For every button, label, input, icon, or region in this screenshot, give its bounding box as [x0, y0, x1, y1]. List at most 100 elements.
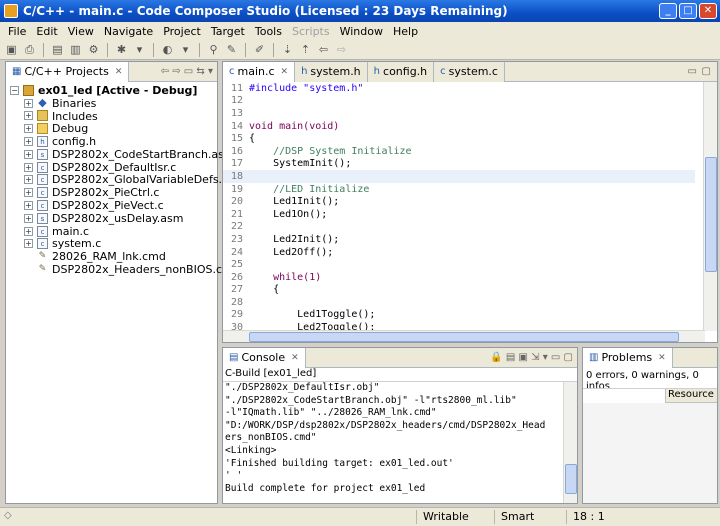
close-icon[interactable]: ✕	[281, 67, 289, 77]
menu-item-tools[interactable]: Tools	[250, 25, 287, 38]
expand-icon[interactable]: +	[24, 98, 33, 108]
close-icon[interactable]: ✕	[658, 353, 666, 363]
code-line[interactable]: 16 //DSP System Initialize	[223, 145, 695, 158]
fast-view-icon[interactable]: ◇	[4, 510, 12, 521]
project-root[interactable]: − ex01_led [Active - Debug]	[10, 84, 217, 97]
settings-icon[interactable]: ⚙	[86, 42, 101, 57]
tree-item[interactable]: + c DSP2802x_PieCtrl.c	[10, 186, 217, 199]
menu-item-edit[interactable]: Edit	[31, 25, 62, 38]
editor-vertical-scrollbar[interactable]	[703, 82, 717, 331]
code-line[interactable]: 21 Led1On();	[223, 208, 695, 221]
close-icon[interactable]: ✕	[291, 353, 299, 363]
tree-item[interactable]: + Includes	[10, 110, 217, 123]
tab-system-c[interactable]: c system.c	[434, 61, 505, 82]
tree-item[interactable]: + c main.c	[10, 225, 217, 238]
debug-icon[interactable]: ◐	[160, 42, 175, 57]
expand-icon[interactable]: +	[24, 188, 33, 198]
pencil-icon[interactable]: ✎	[224, 42, 239, 57]
view-menu-icon[interactable]: ⇦ ⇨ ▭ ⇆ ▾	[161, 66, 213, 77]
editor-horizontal-scrollbar[interactable]	[223, 330, 705, 342]
code-line[interactable]: 11 #include "system.h"	[223, 82, 695, 95]
maximize-view-icon[interactable]: ▢	[702, 66, 711, 77]
tree-item[interactable]: + h config.h	[10, 135, 217, 148]
code-line[interactable]: 17 SystemInit();	[223, 158, 695, 171]
console-vertical-scrollbar[interactable]	[563, 382, 577, 503]
menu-item-project[interactable]: Project	[158, 25, 206, 38]
menu-item-target[interactable]: Target	[206, 25, 250, 38]
expand-icon[interactable]: +	[24, 226, 33, 236]
tree-item[interactable]: ✎ 28026_RAM_lnk.cmd	[10, 250, 217, 263]
tab-cpp-projects[interactable]: ▦ C/C++ Projects ✕	[6, 61, 130, 82]
maximize-button[interactable]: □	[679, 3, 697, 19]
code-line[interactable]: 12	[223, 95, 695, 108]
code-line[interactable]: 23 Led2Init();	[223, 233, 695, 246]
tab-problems[interactable]: ▥ Problems ✕	[583, 347, 673, 368]
code-line[interactable]: 15 {	[223, 132, 695, 145]
pin-icon[interactable]: ✐	[252, 42, 267, 57]
tab-system-h[interactable]: h system.h	[295, 61, 368, 82]
tree-item[interactable]: + s DSP2802x_CodeStartBranch.asm	[10, 148, 235, 161]
tree-item[interactable]: + c DSP2802x_DefaultIsr.c	[10, 161, 217, 174]
menu-item-help[interactable]: Help	[388, 25, 423, 38]
close-icon[interactable]: ✕	[115, 67, 123, 77]
scroll-thumb[interactable]	[565, 464, 577, 494]
expand-icon[interactable]: +	[24, 213, 33, 223]
menu-item-scripts[interactable]: Scripts	[287, 25, 335, 38]
menu-item-navigate[interactable]: Navigate	[99, 25, 158, 38]
tab-main-c[interactable]: c main.c ✕	[223, 61, 296, 82]
forward-icon[interactable]: ⇨	[334, 42, 349, 57]
menu-item-window[interactable]: Window	[335, 25, 388, 38]
expand-icon[interactable]: +	[24, 111, 33, 121]
code-line[interactable]: 28	[223, 296, 695, 309]
search-icon[interactable]: ⚲	[206, 42, 221, 57]
expand-icon[interactable]: +	[24, 239, 33, 249]
tree-item[interactable]: + c DSP2802x_GlobalVariableDefs.c	[10, 173, 228, 186]
back-icon[interactable]: ⇦	[316, 42, 331, 57]
menu-item-file[interactable]: File	[3, 25, 31, 38]
save-icon[interactable]: ▣	[4, 42, 19, 57]
tree-item[interactable]: + Debug	[10, 122, 217, 135]
prev-annotation-icon[interactable]: ⇡	[298, 42, 313, 57]
scroll-thumb[interactable]	[705, 157, 717, 272]
collapse-icon[interactable]: −	[10, 85, 19, 95]
code-line[interactable]: 26 while(1)	[223, 271, 695, 284]
tree-item[interactable]: ✎ DSP2802x_Headers_nonBIOS.cmd	[10, 263, 240, 276]
next-annotation-icon[interactable]: ⇣	[280, 42, 295, 57]
expand-icon[interactable]: +	[24, 162, 33, 172]
tree-item[interactable]: + c system.c	[10, 237, 217, 250]
code-line[interactable]: 14 void main(void)	[223, 120, 695, 133]
code-area[interactable]: 11 #include "system.h" 12 13 14 void main(voi…	[223, 82, 695, 331]
tree-item[interactable]: + c DSP2802x_PieVect.c	[10, 199, 217, 212]
new-project-icon[interactable]: ▤	[50, 42, 65, 57]
code-line[interactable]: 22	[223, 221, 695, 234]
menu-item-view[interactable]: View	[63, 25, 99, 38]
print-icon[interactable]: ⎙	[22, 42, 37, 57]
code-line[interactable]: 24 Led2Off();	[223, 246, 695, 259]
minimize-view-icon[interactable]: ▭	[688, 66, 697, 77]
expand-icon[interactable]: +	[24, 175, 33, 185]
code-line[interactable]: 27 {	[223, 284, 695, 297]
code-line[interactable]: 19 //LED Initialize	[223, 183, 695, 196]
debug-dropdown-icon[interactable]: ▾	[178, 42, 193, 57]
close-button[interactable]: ✕	[699, 3, 717, 19]
code-line[interactable]: 18	[223, 170, 695, 183]
code-line[interactable]: 25	[223, 258, 695, 271]
tab-console[interactable]: ▤ Console ✕	[223, 347, 306, 368]
console-toolbar-icons[interactable]: 🔒 ▤ ▣ ⇲ ▾ ▭ ▢	[490, 352, 573, 363]
code-line[interactable]: 29 Led1Toggle();	[223, 309, 695, 322]
expand-icon[interactable]: +	[24, 201, 33, 211]
tab-config-h[interactable]: h config.h	[367, 61, 435, 82]
tree-item[interactable]: + ◆ Binaries	[10, 97, 217, 110]
build-icon[interactable]: ✱	[114, 42, 129, 57]
scroll-thumb[interactable]	[249, 332, 679, 342]
build-dropdown-icon[interactable]: ▾	[132, 42, 147, 57]
resource-column-header[interactable]: Resource	[665, 389, 717, 403]
expand-icon[interactable]: +	[24, 149, 33, 159]
code-line[interactable]: 13	[223, 107, 695, 120]
expand-icon[interactable]: +	[24, 124, 33, 134]
expand-icon[interactable]: +	[24, 137, 33, 147]
minimize-button[interactable]: _	[659, 3, 677, 19]
code-line[interactable]: 20 Led1Init();	[223, 195, 695, 208]
open-file-icon[interactable]: ▥	[68, 42, 83, 57]
tree-item[interactable]: + s DSP2802x_usDelay.asm	[10, 212, 217, 225]
